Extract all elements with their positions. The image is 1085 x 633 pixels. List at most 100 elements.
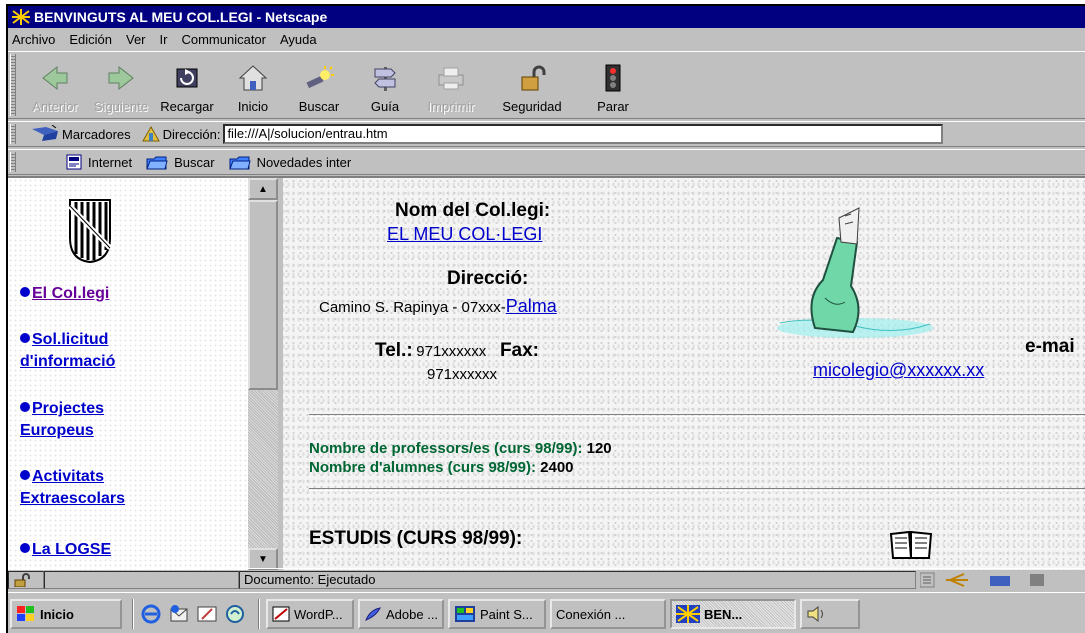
status-text: Documento: Ejecutado [238,570,916,589]
menu-ver[interactable]: Ver [126,32,146,47]
task-conexion[interactable]: Conexión ... [550,599,666,629]
back-arrow-icon [42,65,68,91]
students-value: 2400 [540,459,574,476]
studies-heading: ESTUDIS (CURS 98/99): [309,528,523,549]
menu-edicion[interactable]: Edición [69,32,112,47]
system-tray[interactable] [800,599,860,629]
bookmarks-button[interactable]: Marcadores [62,127,131,142]
menu-ayuda[interactable]: Ayuda [280,32,317,47]
back-button[interactable]: Anterior [22,56,88,118]
address-heading: Direcció: [447,268,529,289]
nav-link-projectes[interactable]: Projectes Europeus [20,398,104,442]
stop-button[interactable]: Parar [580,56,646,118]
left-frame-scrollbar[interactable]: ▲ ▼ [248,178,278,570]
address-line: Camino S. Rapinya - 07xxx-Palma [319,296,557,317]
task-adobe[interactable]: Adobe ... [358,599,444,629]
open-book-icon [889,530,933,559]
security-status-cell[interactable] [8,570,44,589]
channels-icon[interactable] [224,603,246,625]
menu-ir[interactable]: Ir [160,32,168,47]
search-button[interactable]: Buscar [286,56,352,118]
message-bottle-image [777,207,933,338]
location-icon [141,125,160,142]
speaker-icon[interactable] [806,605,826,623]
reload-icon [176,68,198,88]
paint-shop-icon [455,606,475,622]
personal-label-novedades: Novedades inter [256,154,352,170]
windows-logo-icon [17,606,34,621]
forward-arrow-icon [108,65,134,91]
scroll-down-button[interactable]: ▼ [248,548,278,570]
coat-of-arms-icon [68,199,112,264]
fax-label: Fax: [499,340,540,361]
status-bar: Documento: Ejecutado [8,568,1085,590]
bullet-icon [20,287,30,297]
bullet-icon [20,402,30,412]
menu-archivo[interactable]: Archivo [12,32,55,47]
internet-explorer-icon[interactable] [140,603,162,625]
netscape-task-icon [676,605,700,623]
guide-button[interactable]: Guía [352,56,418,118]
location-grip[interactable] [10,124,16,144]
personal-item-buscar[interactable]: Buscar [146,154,215,170]
reload-button[interactable]: Recargar [154,56,220,118]
divider [309,414,1085,417]
folder-icon [228,156,251,170]
browser-window: BENVINGUTS AL MEU COL.LEGI - Netscape Ar… [6,4,1085,633]
nav-link-activitats[interactable]: Activitats Extraescolars [20,466,125,510]
home-label: Inicio [237,99,269,114]
start-button[interactable]: Inicio [10,599,122,629]
padlock-icon [521,65,546,91]
component-bar [916,571,1085,589]
show-desktop-icon[interactable] [196,603,218,625]
address-input[interactable]: file:///A|/solucion/entrau.htm [223,124,944,144]
internet-page-icon [66,154,82,170]
address-city-link[interactable]: Palma [506,296,557,316]
scroll-up-button[interactable]: ▲ [248,178,278,200]
taskbar-separator [132,599,134,629]
content-area: El Col.legi Sol.licitud d'informació Pro… [8,176,1085,570]
security-button[interactable]: Seguridad [484,56,580,118]
toolbar-grip[interactable] [10,54,16,116]
email-link[interactable]: micolegio@xxxxxx.xx [813,360,984,381]
print-button[interactable]: Imprimir [418,56,484,118]
windows-taskbar: Inicio WordP... Adobe ... Paint S... Con… [8,592,1085,633]
title-bar[interactable]: BENVINGUTS AL MEU COL.LEGI - Netscape [8,6,1085,28]
task-wordpad[interactable]: WordP... [266,599,354,629]
forward-button[interactable]: Siguiente [88,56,154,118]
search-flashlight-icon [306,66,334,89]
task-label-wordpad: WordP... [294,606,343,622]
navigation-toolbar: Anterior Siguiente Recargar Inicio Busca… [8,51,1085,119]
menu-communicator[interactable]: Communicator [181,32,266,47]
school-name-link[interactable]: EL MEU COL·LEGI [387,224,542,245]
outlook-express-icon[interactable] [168,603,190,625]
personal-label-internet: Internet [88,154,133,170]
guide-label: Guía [370,99,400,114]
menu-bar: Archivo Edición Ver Ir Communicator Ayud… [8,29,1085,49]
personal-item-internet[interactable]: Internet [66,154,132,170]
task-paint-shop[interactable]: Paint S... [448,599,546,629]
wordpad-icon [272,606,290,622]
divider [309,488,1085,491]
progress-cell [43,570,239,589]
bookmarks-icon[interactable] [30,125,60,143]
home-button[interactable]: Inicio [220,56,286,118]
component-bar-icons[interactable] [919,572,1080,588]
main-frame: Nom del Col.legi: EL MEU COL·LEGI Direcc… [283,178,1085,570]
printer-icon [438,67,464,90]
netscape-logo-icon [12,9,30,25]
tel-value: 971xxxxxx [416,343,487,360]
home-icon [238,65,268,91]
personal-item-novedades[interactable]: Novedades inter [228,154,352,170]
task-label-paint-shop: Paint S... [480,606,533,622]
fax-value: 971xxxxxx [427,366,498,383]
reload-label: Recargar [160,99,214,114]
nav-link-sollicitud[interactable]: Sol.licitud d'informació [20,329,115,373]
task-netscape[interactable]: BEN... [670,599,796,629]
nav-link-logse[interactable]: La LOGSE [20,539,111,561]
scroll-thumb[interactable] [248,200,278,390]
personal-grip[interactable] [10,152,16,172]
forward-label: Siguiente [93,99,149,114]
students-label: Nombre d'alumnes (curs 98/99): [309,459,536,476]
nav-link-el-colegi[interactable]: El Col.legi [20,283,109,305]
